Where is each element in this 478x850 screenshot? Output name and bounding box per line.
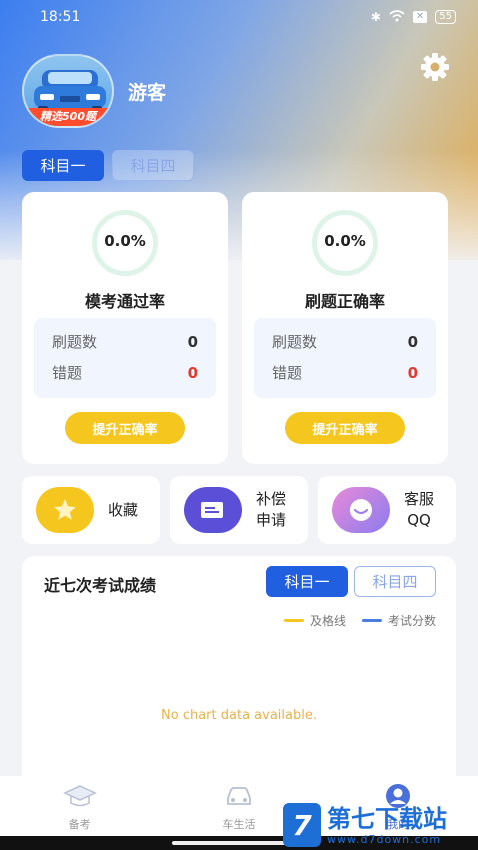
watermark: 7 第七下载站 www.d7down.com (283, 800, 478, 850)
customer-service-label-line2: QQ (407, 511, 431, 529)
status-time: 18:51 (40, 9, 81, 25)
scores-tab-subject-one[interactable]: 科目一 (266, 566, 348, 597)
watermark-logo: 7 (283, 803, 321, 847)
pass-rate-value: 0.0% (104, 232, 146, 250)
wifi-icon (389, 9, 405, 25)
scores-tab-subject-four[interactable]: 科目四 (354, 566, 436, 597)
accuracy-value: 0.0% (324, 232, 366, 250)
stat-value: 0 (187, 332, 198, 351)
smile-icon (332, 487, 390, 533)
compensation-label-line1: 补偿 (256, 490, 287, 508)
watermark-url: www.d7down.com (327, 832, 442, 846)
stat-row-wrong-count: 错题 0 (272, 357, 418, 388)
status-bar: 18:51 ✱ ✕ 55 (0, 0, 478, 34)
star-icon (36, 487, 94, 533)
stat-label: 错题 (272, 364, 303, 382)
stat-row-wrong-count: 错题 0 (52, 357, 198, 388)
stat-value: 0 (407, 332, 418, 351)
progress-ring: 0.0% (306, 210, 382, 276)
stat-row-practice-count: 刷题数 0 (272, 326, 418, 357)
stat-label: 刷题数 (52, 333, 98, 351)
stat-value: 0 (407, 363, 418, 382)
tab-label: 车生活 (222, 818, 256, 831)
username: 游客 (128, 81, 167, 104)
legend-exam-score: 考试分数 (361, 612, 436, 629)
status-icons: ✱ ✕ 55 (370, 9, 456, 25)
card-stats: 刷题数 0 错题 0 (254, 318, 436, 398)
mock-exam-card: 0.0% 模考通过率 刷题数 0 错题 0 提升正确率 (22, 192, 228, 464)
battery-icon: 55 (435, 10, 456, 24)
stat-label: 刷题数 (272, 333, 318, 351)
watermark-text: 第七下载站 www.d7down.com (327, 805, 447, 846)
card-stats: 刷题数 0 错题 0 (34, 318, 216, 398)
compensation-label-line2: 申请 (256, 511, 287, 529)
improve-accuracy-button[interactable]: 提升正确率 (285, 412, 405, 444)
customer-service-button[interactable]: 客服 QQ (318, 476, 456, 544)
settings-button[interactable] (420, 52, 450, 82)
legend-pass-line: 及格线 (283, 612, 346, 629)
avatar-banner: 精选500题 (24, 108, 112, 126)
customer-service-label-line1: 客服 (404, 490, 435, 508)
watermark-title: 第七下载站 (327, 804, 447, 833)
tab-label: 备考 (68, 818, 91, 831)
scores-tabs: 科目一 科目四 (266, 566, 436, 597)
practice-accuracy-card: 0.0% 刷题正确率 刷题数 0 错题 0 提升正确率 (242, 192, 448, 464)
progress-ring: 0.0% (86, 210, 162, 276)
recent-scores-card: 近七次考试成绩 科目一 科目四 及格线 考试分数 No chart data a… (22, 556, 456, 796)
compensation-button[interactable]: 补偿 申请 (170, 476, 308, 544)
tab-prepare[interactable]: 备考 (20, 782, 140, 832)
stat-label: 错题 (52, 364, 83, 382)
car-icon (227, 787, 251, 805)
tab-subject-four[interactable]: 科目四 (112, 150, 194, 181)
subject-tabs: 科目一 科目四 (22, 150, 194, 181)
improve-accuracy-button[interactable]: 提升正确率 (65, 412, 185, 444)
stat-row-practice-count: 刷题数 0 (52, 326, 198, 357)
customer-service-label: 客服 QQ (404, 489, 434, 531)
form-icon (184, 487, 242, 533)
legend-label: 及格线 (309, 614, 346, 628)
recent-scores-title: 近七次考试成绩 (44, 576, 157, 595)
chart-legend: 及格线 考试分数 (283, 612, 436, 629)
gear-icon (421, 53, 449, 81)
profile-header[interactable]: 精选500题 游客 (22, 54, 166, 128)
stat-value: 0 (187, 363, 198, 382)
compensation-label: 补偿 申请 (256, 489, 286, 531)
legend-label: 考试分数 (387, 614, 436, 628)
legend-swatch (361, 619, 382, 622)
favorites-label: 收藏 (108, 500, 139, 519)
favorites-button[interactable]: 收藏 (22, 476, 160, 544)
tab-subject-one[interactable]: 科目一 (22, 150, 104, 181)
graduation-cap-icon (62, 785, 97, 807)
empty-chart-message: No chart data available. (161, 708, 317, 723)
avatar[interactable]: 精选500题 (22, 54, 114, 128)
bluetooth-icon: ✱ (370, 10, 381, 24)
card-title: 刷题正确率 (304, 292, 385, 311)
legend-swatch (283, 619, 304, 622)
tab-car-life[interactable]: 车生活 (179, 782, 299, 832)
card-title: 模考通过率 (84, 292, 165, 311)
sim-off-icon: ✕ (412, 11, 428, 23)
